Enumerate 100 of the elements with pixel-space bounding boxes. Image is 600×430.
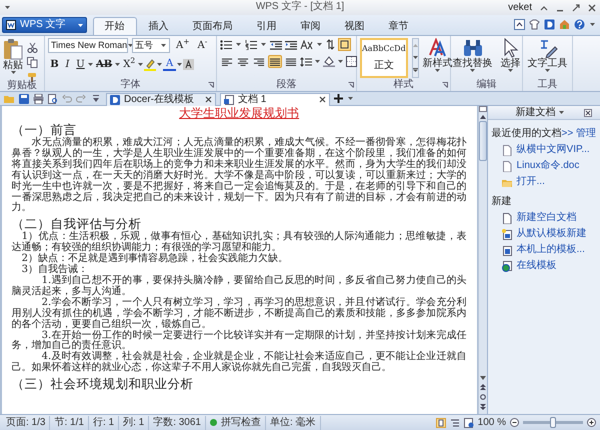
select-browse-object-icon[interactable] <box>480 394 486 400</box>
document-icon[interactable] <box>6 20 16 30</box>
caret-icon[interactable] <box>128 44 134 47</box>
caret-icon[interactable] <box>138 63 144 66</box>
pane-link[interactable]: 新建空白文档 <box>516 212 577 224</box>
caret-icon[interactable] <box>590 23 595 26</box>
font-size-field[interactable]: 五号 <box>132 38 170 53</box>
decrease-indent-icon[interactable] <box>270 40 282 50</box>
caret-icon[interactable] <box>348 97 353 100</box>
highlighter-icon[interactable] <box>144 58 156 70</box>
pane-link[interactable]: 打开... <box>516 176 545 188</box>
up-arrow-icon[interactable] <box>480 115 486 119</box>
new-tab-icon[interactable] <box>334 94 343 103</box>
character-shading-icon[interactable] <box>183 59 194 70</box>
letter-a-icon[interactable] <box>428 38 448 58</box>
pane-link[interactable]: 从默认模板新建 <box>516 228 587 240</box>
caret-icon[interactable] <box>559 111 564 114</box>
caret-icon[interactable] <box>338 60 343 63</box>
spell-check-status[interactable]: 拼写检查 <box>221 416 261 430</box>
pane-link[interactable]: 纵横中文网VIP... <box>516 144 590 156</box>
text-tools-button[interactable]: 文字工具 <box>528 38 568 79</box>
strike-button[interactable]: AB <box>94 57 114 72</box>
web-view-icon[interactable] <box>464 418 474 428</box>
close-icon[interactable] <box>205 96 212 103</box>
previous-page-icon[interactable] <box>480 384 486 390</box>
caret-icon[interactable] <box>5 6 10 9</box>
shrink-font-button[interactable]: A$^{-}$ <box>196 38 210 53</box>
caret-icon[interactable] <box>78 24 83 26</box>
select-button[interactable]: 选择 <box>500 38 520 79</box>
ribbon-tab[interactable]: 视图 <box>332 17 377 35</box>
sort-icon[interactable] <box>326 39 335 50</box>
italic-button[interactable]: I <box>61 57 74 72</box>
line-spacing-icon[interactable] <box>300 56 312 66</box>
find-replace-button[interactable]: 查找替换 <box>452 38 492 79</box>
caret-icon[interactable] <box>435 69 440 72</box>
align-justify-icon[interactable] <box>268 55 282 68</box>
collapse-icon[interactable] <box>540 4 548 12</box>
caret-icon[interactable] <box>88 63 93 66</box>
page-view-icon[interactable] <box>436 418 446 428</box>
caret-icon[interactable] <box>177 63 182 66</box>
outline-view-icon[interactable] <box>450 418 460 428</box>
down-arrow-icon[interactable] <box>480 376 486 380</box>
manage-link[interactable]: >> 管理 <box>562 128 596 140</box>
ribbon-tab[interactable]: 开始 <box>92 17 137 35</box>
caret-icon[interactable] <box>157 63 162 66</box>
app-menu-button[interactable]: WPS 文字 <box>2 17 87 33</box>
document-tab[interactable]: 文档 1 <box>220 92 330 106</box>
numbered-list-icon[interactable] <box>245 40 257 50</box>
document-tab[interactable]: Docer-在线模板 <box>106 92 216 106</box>
pane-link[interactable]: 在线模板 <box>516 260 557 272</box>
close-icon[interactable] <box>588 4 596 12</box>
bold-button[interactable]: B <box>48 57 61 72</box>
dialog-launcher-icon[interactable] <box>348 82 354 88</box>
text-direction-icon[interactable] <box>300 40 313 50</box>
pane-link[interactable]: 本机上的模板... <box>516 244 585 256</box>
zoom-out-icon[interactable] <box>510 418 519 427</box>
style-gallery-item[interactable]: AaBbCcDd 正文 <box>360 38 408 78</box>
superscript-button[interactable]: X$^{2}$ <box>121 57 138 72</box>
increase-indent-icon[interactable] <box>285 40 297 50</box>
split-icon[interactable] <box>478 106 487 112</box>
caret-icon[interactable] <box>317 43 322 46</box>
next-page-icon[interactable] <box>480 404 486 410</box>
shirt-icon[interactable] <box>529 19 540 30</box>
borders-icon[interactable] <box>346 56 357 67</box>
ribbon-tab[interactable]: 引用 <box>244 17 289 35</box>
collapse-ribbon-icon[interactable] <box>514 19 525 30</box>
caret-icon[interactable] <box>161 44 166 47</box>
save-icon[interactable] <box>19 94 29 104</box>
new-style-button[interactable]: 新样式 <box>422 38 453 79</box>
caret-icon[interactable] <box>115 63 120 66</box>
caret-icon[interactable] <box>470 69 475 72</box>
ribbon-tab[interactable]: 章节 <box>376 17 421 35</box>
more-icon[interactable] <box>412 68 418 72</box>
clipboard-icon[interactable] <box>3 38 23 60</box>
ribbon-tab[interactable]: 页面布局 <box>180 17 245 35</box>
paste-button[interactable]: 粘贴 <box>3 38 23 80</box>
ribbon-tab[interactable]: 审阅 <box>288 17 333 35</box>
bullet-list-icon[interactable] <box>220 40 232 50</box>
down-arrow-icon[interactable] <box>412 56 418 59</box>
help-icon[interactable] <box>574 19 585 30</box>
scrollbar-thumb[interactable] <box>478 121 487 161</box>
caret-icon[interactable] <box>315 60 320 63</box>
caret-icon[interactable] <box>10 71 16 74</box>
customize-icon[interactable] <box>93 94 99 102</box>
cursor-arrow-icon[interactable] <box>502 38 518 58</box>
caret-icon[interactable] <box>236 43 241 46</box>
printer-icon[interactable] <box>33 94 44 104</box>
maximize-icon[interactable] <box>572 4 580 12</box>
copy-icon[interactable] <box>27 57 38 68</box>
grow-font-button[interactable]: A$^{+}$ <box>174 38 192 53</box>
scissors-icon[interactable] <box>27 42 38 53</box>
close-pane-icon[interactable] <box>584 108 592 116</box>
caret-icon[interactable] <box>508 69 513 72</box>
font-color-button[interactable]: A <box>163 58 176 71</box>
underline-button[interactable]: U <box>74 57 87 72</box>
close-icon[interactable] <box>319 96 326 103</box>
dialog-launcher-icon[interactable] <box>442 82 448 88</box>
caret-icon[interactable] <box>261 43 266 46</box>
print-preview-icon[interactable] <box>48 94 58 104</box>
shading-icon[interactable] <box>323 56 335 67</box>
